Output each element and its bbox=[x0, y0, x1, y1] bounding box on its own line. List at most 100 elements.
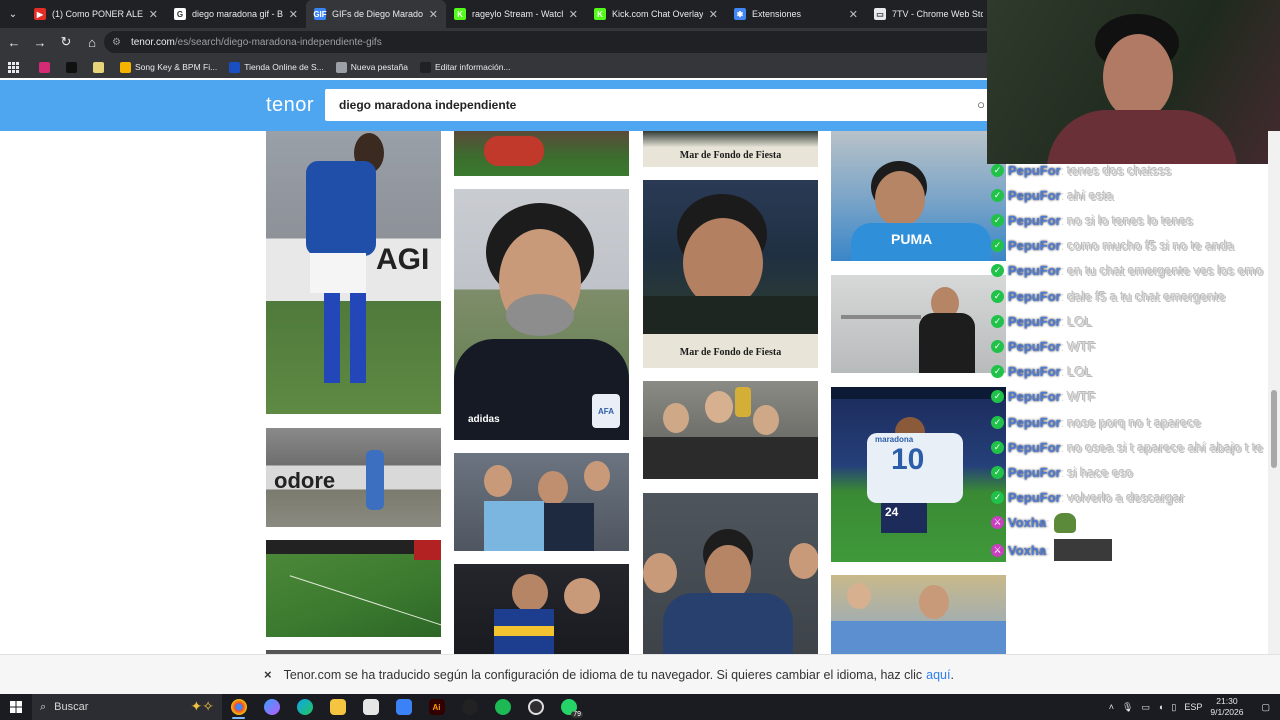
gif-tile[interactable] bbox=[831, 275, 1006, 373]
language-indicator[interactable]: ESP bbox=[1184, 702, 1202, 712]
chat-username[interactable]: PepuFor bbox=[1008, 263, 1061, 278]
chat-username[interactable]: Voxha bbox=[1008, 543, 1046, 558]
gif-tile[interactable]: maradona 10 24 bbox=[831, 387, 1006, 562]
tab-close-icon[interactable]: ✕ bbox=[149, 8, 158, 21]
close-notice-icon[interactable]: × bbox=[264, 667, 272, 682]
chat-username[interactable]: PepuFor bbox=[1008, 164, 1061, 178]
forward-arrow-icon[interactable]: → bbox=[28, 30, 52, 54]
gif-tile[interactable]: Mar de Fondo de Fiesta bbox=[643, 180, 818, 368]
bookmark-label: Editar información... bbox=[434, 62, 511, 72]
taskbar-whatsapp-icon[interactable]: 79 bbox=[552, 694, 585, 720]
taskbar-obs-icon[interactable] bbox=[519, 694, 552, 720]
browser-tab[interactable]: ▶ (1) Como PONER ALERTAS ✕ bbox=[26, 0, 166, 28]
chat-username[interactable]: Voxha bbox=[1008, 515, 1046, 530]
tab-close-icon[interactable]: ✕ bbox=[429, 8, 438, 21]
gif-tile[interactable]: PUMA bbox=[831, 131, 1006, 261]
gif-tile[interactable] bbox=[266, 540, 441, 637]
reload-icon[interactable]: ↻ bbox=[54, 30, 78, 54]
tab-search-chevron-icon[interactable]: ⌄ bbox=[0, 0, 26, 28]
taskbar-illustrator-icon[interactable]: Ai bbox=[420, 694, 453, 720]
browser-tab[interactable]: ▭7TV - Chrome Web Store✕ bbox=[866, 0, 1006, 28]
tab-close-icon[interactable]: ✕ bbox=[289, 8, 298, 21]
taskbar-edge-icon[interactable] bbox=[288, 694, 321, 720]
verified-badge-icon: ✓ bbox=[991, 239, 1004, 253]
bookmark-item[interactable]: Tienda Online de S... bbox=[229, 61, 324, 73]
whatsapp-badge: 79 bbox=[571, 711, 583, 718]
gif-tile[interactable] bbox=[643, 381, 818, 479]
gif-tile[interactable]: AGI bbox=[266, 131, 441, 414]
gif-tile[interactable] bbox=[454, 131, 629, 176]
site-info-icon[interactable]: ⚙ bbox=[112, 37, 121, 48]
chat-username[interactable]: PepuFor bbox=[1008, 238, 1061, 253]
taskbar-app-icon[interactable] bbox=[453, 694, 486, 720]
address-path: /es/search/diego-maradona-independiente-… bbox=[174, 36, 382, 48]
clock[interactable]: 21:30 9/1/2026 bbox=[1210, 696, 1251, 718]
bookmark-item[interactable]: Editar información... bbox=[419, 61, 511, 73]
tenor-logo[interactable]: tenor bbox=[266, 94, 314, 117]
chat-username[interactable]: PepuFor bbox=[1008, 490, 1061, 505]
chevron-up-icon[interactable]: ˄ bbox=[1109, 702, 1114, 712]
battery-icon[interactable]: ▯ bbox=[1171, 702, 1176, 713]
chat-username[interactable]: PepuFor bbox=[1008, 389, 1061, 404]
bookmark-item[interactable] bbox=[93, 61, 108, 73]
bookmark-item[interactable] bbox=[39, 61, 54, 73]
verified-badge-icon: ✓ bbox=[991, 164, 1004, 177]
taskbar-spotify-icon[interactable] bbox=[486, 694, 519, 720]
browser-tab[interactable]: Krageylo Stream - Watch L ✕ bbox=[446, 0, 586, 28]
verified-badge-icon: ✓ bbox=[991, 415, 1004, 429]
chat-username[interactable]: PepuFor bbox=[1008, 188, 1061, 203]
browser-tab[interactable]: Gdiego maradona gif - Bus ✕ bbox=[166, 0, 306, 28]
home-icon[interactable]: ⌂ bbox=[80, 30, 104, 54]
browser-tab[interactable]: K Kick.com Chat Overlay ✕ bbox=[586, 0, 726, 28]
taskbar-search[interactable]: ⌕ Buscar ✦✧ bbox=[32, 694, 222, 720]
chat-username[interactable]: PepuFor bbox=[1008, 314, 1061, 329]
chat-username[interactable]: PepuFor bbox=[1008, 289, 1061, 304]
system-tray: ˄ 🎙 ▭ ◖ ▯ ESP 21:30 9/1/2026 ▢ bbox=[1109, 694, 1280, 720]
tenor-search-input[interactable]: diego maradona independiente ○ bbox=[325, 89, 995, 121]
volume-icon[interactable]: ◖ bbox=[1158, 702, 1163, 712]
chat-username[interactable]: PepuFor bbox=[1008, 213, 1061, 228]
apps-grid-icon[interactable] bbox=[8, 61, 19, 73]
bookmark-item[interactable] bbox=[66, 61, 81, 73]
chat-username[interactable]: PepuFor bbox=[1008, 440, 1061, 455]
bookmark-item[interactable]: Song Key & BPM Fi... bbox=[120, 61, 217, 73]
gif-tile[interactable] bbox=[831, 575, 1006, 654]
windows-start-icon[interactable] bbox=[0, 694, 32, 720]
banner-text: AGI bbox=[376, 243, 430, 276]
gif-tile[interactable]: odore bbox=[266, 428, 441, 527]
gif-tile[interactable] bbox=[643, 493, 818, 654]
chat-message: ✓ PepuFor: tenes dos chatsss bbox=[991, 164, 1171, 182]
suits bbox=[643, 437, 818, 479]
taskbar-chrome-icon[interactable] bbox=[222, 694, 255, 720]
browser-tab[interactable]: ✱ Extensiones ✕ bbox=[726, 0, 866, 28]
taskbar-explorer-icon[interactable] bbox=[321, 694, 354, 720]
tab-close-icon[interactable]: ✕ bbox=[849, 8, 858, 21]
browser-tab[interactable]: GIF GIFs de Diego Maradona ✕ bbox=[306, 0, 446, 28]
notifications-icon[interactable]: ▢ bbox=[1261, 702, 1270, 713]
taskbar-store-icon[interactable] bbox=[354, 694, 387, 720]
chat-username[interactable]: PepuFor bbox=[1008, 415, 1061, 430]
search-icon[interactable]: ○ bbox=[977, 97, 985, 112]
notice-link[interactable]: aquí bbox=[926, 668, 950, 682]
chat-username[interactable]: PepuFor bbox=[1008, 339, 1061, 354]
tab-close-icon[interactable]: ✕ bbox=[709, 8, 718, 21]
gif-tile[interactable]: adidas AFA bbox=[454, 189, 629, 440]
taskbar-app-icon[interactable] bbox=[387, 694, 420, 720]
bookmark-favicon-icon bbox=[93, 61, 104, 73]
mic-icon[interactable]: 🎙 bbox=[1122, 702, 1133, 713]
address-bar[interactable]: ⚙ tenor.com/es/search/diego-maradona-ind… bbox=[104, 31, 1004, 53]
tab-close-icon[interactable]: ✕ bbox=[569, 8, 578, 21]
taskbar-copilot-icon[interactable] bbox=[255, 694, 288, 720]
bookmark-item[interactable]: Nueva pestaña bbox=[335, 61, 408, 73]
moderator-badge-icon: ⚔ bbox=[991, 516, 1004, 530]
gif-tile[interactable] bbox=[454, 453, 629, 551]
moderator-badge-icon: ⚔ bbox=[991, 543, 1004, 557]
chat-username[interactable]: PepuFor bbox=[1008, 364, 1061, 379]
chat-colon: : bbox=[1060, 439, 1065, 455]
gif-tile[interactable]: Mar de Fondo de Fiesta bbox=[643, 131, 818, 167]
network-icon[interactable]: ▭ bbox=[1141, 702, 1150, 713]
gif-tile[interactable] bbox=[454, 564, 629, 654]
page-scrollbar-thumb[interactable] bbox=[1271, 390, 1277, 468]
chat-username[interactable]: PepuFor bbox=[1008, 465, 1061, 480]
back-arrow-icon[interactable]: ← bbox=[2, 30, 26, 54]
